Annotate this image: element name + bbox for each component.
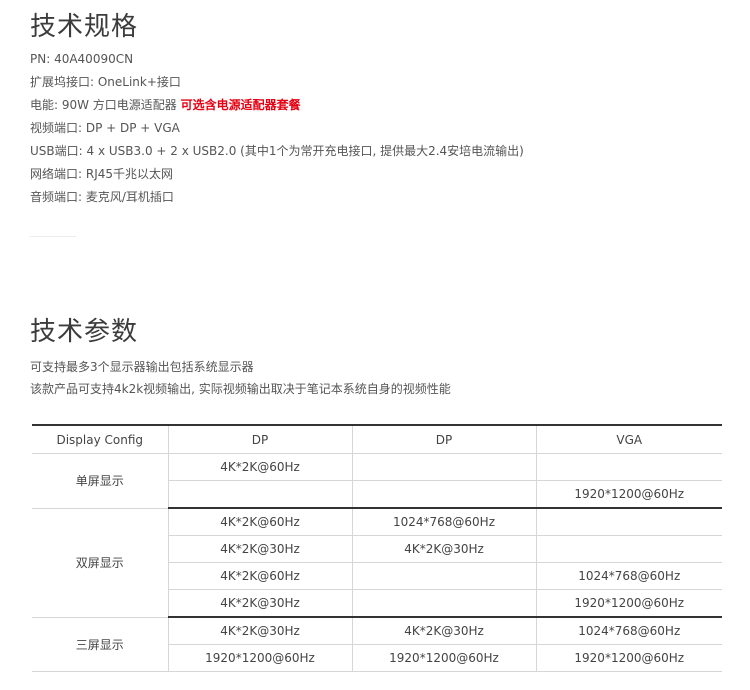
column-header: VGA [535,424,722,454]
table-cell [535,507,722,536]
table-cell: 1024*768@60Hz [351,507,537,536]
spec-item: 电能: 90W 方口电源适配器 可选含电源适配器套餐 [30,94,524,117]
param-description: 可支持最多3个显示器输出包括系统显示器该款产品可支持4k2k视频输出, 实际视频… [30,356,451,400]
spec-text: 扩展坞接口: OneLink+接口 [30,75,181,89]
table-cell: 4K*2K@30Hz [351,535,537,563]
table-row: 单屏显示 4K*2K@60Hz [32,453,722,509]
table-cell: 4K*2K@30Hz [167,535,353,563]
divider [30,236,76,237]
spec-text: 网络端口: RJ45千兆以太网 [30,167,174,181]
table-row: 三屏显示 4K*2K@30Hz 4K*2K@30Hz 1024*768@60Hz [32,616,722,672]
table-cell: 1024*768@60Hz [535,562,722,590]
table-cell: 1920*1200@60Hz [535,644,722,672]
table-cell [351,589,537,618]
table-cell [351,453,537,481]
table-cell: 1920*1200@60Hz [535,480,722,509]
description-line: 可支持最多3个显示器输出包括系统显示器 [30,360,254,374]
spec-text: 音频端口: 麦克风/耳机插口 [30,190,174,204]
column-header: DP [351,424,537,454]
table-cell: 4K*2K@30Hz [167,589,353,618]
spec-item: 扩展坞接口: OneLink+接口 [30,71,524,94]
table-cell: 1024*768@60Hz [535,616,722,645]
spec-text: USB端口: 4 x USB3.0 + 2 x USB2.0 (其中1个为常开充… [30,144,524,158]
display-config-table: Display Config DP DP VGA 单屏显示 4K*2K@60Hz 1920… [32,424,722,672]
spec-list: PN: 40A40090CN 扩展坞接口: OneLink+接口 电能: 90W 方… [30,48,524,209]
table-cell: 4K*2K@60Hz [167,453,353,481]
table-header-row: Display Config DP DP VGA [32,424,722,454]
section-title-specs: 技术规格 [30,12,139,42]
spec-text: PN: 40A40090CN [30,52,134,66]
section-title-params: 技术参数 [30,317,139,347]
table-row: 双屏显示 4K*2K@60Hz 1024*768@60Hz [32,507,722,618]
spec-highlight: 可选含电源适配器套餐 [180,98,301,112]
column-header: DP [167,424,353,454]
spec-text: 电能: 90W 方口电源适配器 [30,98,181,112]
spec-item: 音频端口: 麦克风/耳机插口 [30,186,524,209]
table-cell: 4K*2K@30Hz [351,616,537,645]
column-header: Display Config [32,424,169,454]
spec-item: 网络端口: RJ45千兆以太网 [30,163,524,186]
description-line: 该款产品可支持4k2k视频输出, 实际视频输出取决于笔记本系统自身的视频性能 [30,382,451,396]
table-cell [167,480,353,509]
spec-item: PN: 40A40090CN [30,48,524,71]
spec-item: USB端口: 4 x USB3.0 + 2 x USB2.0 (其中1个为常开充… [30,140,524,163]
group-label: 单屏显示 [32,453,169,509]
table-cell: 1920*1200@60Hz [351,644,537,672]
table-cell: 1920*1200@60Hz [167,644,353,672]
spec-item: 视频端口: DP + DP + VGA [30,117,524,140]
table-cell: 1920*1200@60Hz [535,589,722,618]
group-label: 双屏显示 [32,507,169,618]
table-cell [351,480,537,509]
table-cell: 4K*2K@60Hz [167,507,353,536]
table-cell: 4K*2K@60Hz [167,562,353,590]
table-cell [535,535,722,563]
table-cell: 4K*2K@30Hz [167,616,353,645]
spec-text: 视频端口: DP + DP + VGA [30,121,180,135]
table-cell [535,453,722,481]
group-label: 三屏显示 [32,616,169,672]
table-cell [351,562,537,590]
